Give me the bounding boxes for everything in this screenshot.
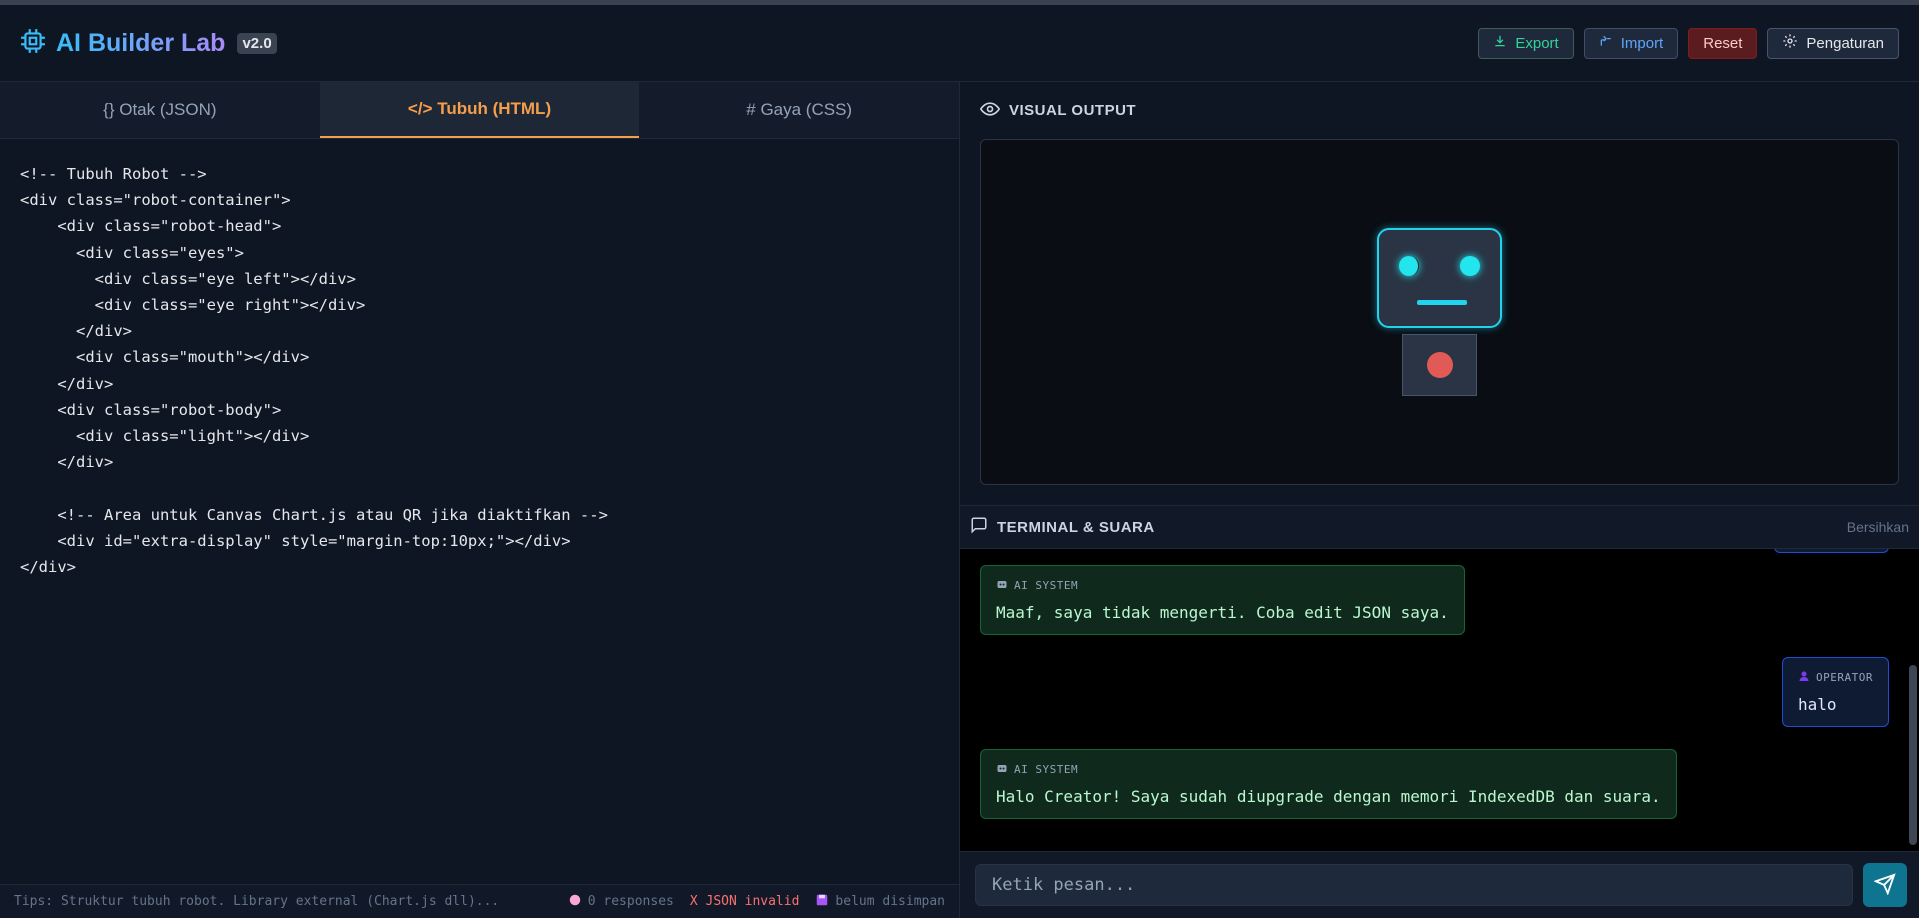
code-editor[interactable]: <!-- Tubuh Robot --> <div class="robot-c… <box>0 139 959 884</box>
robot-mouth <box>1417 300 1467 305</box>
message-bubble-partial <box>1774 549 1889 553</box>
main-area: {} Otak (JSON) </> Tubuh (HTML) # Gaya (… <box>0 82 1919 918</box>
message-sender: AI SYSTEM <box>996 578 1449 593</box>
import-button[interactable]: Import <box>1583 27 1679 59</box>
app-header: AI Builder Lab v2.0 Export Import Reset … <box>0 5 1919 82</box>
robot-icon <box>996 578 1008 593</box>
message-text: Maaf, saya tidak mengerti. Coba edit JSO… <box>996 603 1449 622</box>
user-icon <box>1798 670 1810 685</box>
terminal-log[interactable]: AI SYSTEM Maaf, saya tidak mengerti. Cob… <box>960 549 1919 851</box>
export-button[interactable]: Export <box>1478 27 1574 59</box>
tab-css[interactable]: # Gaya (CSS) <box>639 82 960 138</box>
header-actions: Export Import Reset Pengaturan <box>1478 27 1899 59</box>
tab-html[interactable]: </> Tubuh (HTML) <box>319 82 640 138</box>
responses-status: 0 responses <box>568 893 674 911</box>
message-input-row <box>960 851 1919 918</box>
eye-icon <box>979 99 1001 123</box>
visual-output-canvas <box>980 139 1899 485</box>
save-status: belum disimpan <box>815 893 945 911</box>
editor-panel: {} Otak (JSON) </> Tubuh (HTML) # Gaya (… <box>0 82 960 918</box>
message-ai: AI SYSTEM Maaf, saya tidak mengerti. Cob… <box>980 565 1465 635</box>
message-sender: OPERATOR <box>1798 670 1873 685</box>
send-button[interactable] <box>1863 863 1907 907</box>
terminal-scrollbar[interactable] <box>1909 665 1917 845</box>
visual-output-header: VISUAL OUTPUT <box>960 82 1919 139</box>
robot-icon <box>996 762 1008 777</box>
message-input[interactable] <box>975 864 1853 906</box>
visual-output-title: VISUAL OUTPUT <box>1009 102 1137 119</box>
app-title: AI Builder Lab <box>56 28 226 57</box>
import-label: Import <box>1620 34 1664 52</box>
message-user: OPERATOR halo <box>1782 657 1889 727</box>
message-ai: AI SYSTEM Halo Creator! Saya sudah diupg… <box>980 749 1677 819</box>
terminal-title-group: TERMINAL & SUARA <box>970 516 1155 538</box>
sender-label: AI SYSTEM <box>1014 579 1079 592</box>
floppy-icon <box>815 893 829 911</box>
output-panel: VISUAL OUTPUT TERMINAL & SUARA Bersihkan <box>960 82 1919 918</box>
robot-eye-left <box>1399 256 1419 276</box>
robot-body <box>1402 334 1477 396</box>
version-badge: v2.0 <box>237 32 277 54</box>
chip-icon <box>20 28 46 59</box>
reset-button[interactable]: Reset <box>1688 27 1758 59</box>
terminal-header: TERMINAL & SUARA Bersihkan <box>960 505 1919 549</box>
terminal-title: TERMINAL & SUARA <box>997 518 1155 536</box>
robot-eye-right <box>1460 256 1480 276</box>
editor-tabs: {} Otak (JSON) </> Tubuh (HTML) # Gaya (… <box>0 82 960 139</box>
message-sender: AI SYSTEM <box>996 762 1661 777</box>
settings-label: Pengaturan <box>1806 34 1884 52</box>
status-bar: Tips: Struktur tubuh robot. Library exte… <box>0 884 959 918</box>
download-icon <box>1493 34 1507 52</box>
chat-icon <box>970 516 988 538</box>
message-text: halo <box>1798 695 1837 714</box>
sender-label: OPERATOR <box>1816 671 1873 684</box>
brain-icon <box>568 893 582 911</box>
save-status-text: belum disimpan <box>835 894 945 909</box>
settings-button[interactable]: Pengaturan <box>1767 27 1899 59</box>
gear-icon <box>1782 33 1798 53</box>
upload-icon <box>1599 34 1613 52</box>
json-status: X JSON invalid <box>689 894 800 909</box>
sender-label: AI SYSTEM <box>1014 763 1079 776</box>
tab-json[interactable]: {} Otak (JSON) <box>0 82 320 138</box>
send-icon <box>1873 872 1896 898</box>
message-text: Halo Creator! Saya sudah diupgrade denga… <box>996 787 1661 806</box>
export-label: Export <box>1515 34 1559 52</box>
brand: AI Builder Lab v2.0 <box>20 28 277 59</box>
robot-head <box>1377 228 1502 328</box>
clear-terminal-button[interactable]: Bersihkan <box>1847 519 1909 535</box>
tips-text: Tips: Struktur tubuh robot. Library exte… <box>14 894 500 909</box>
responses-count: 0 responses <box>587 894 674 909</box>
robot-light <box>1426 352 1453 378</box>
